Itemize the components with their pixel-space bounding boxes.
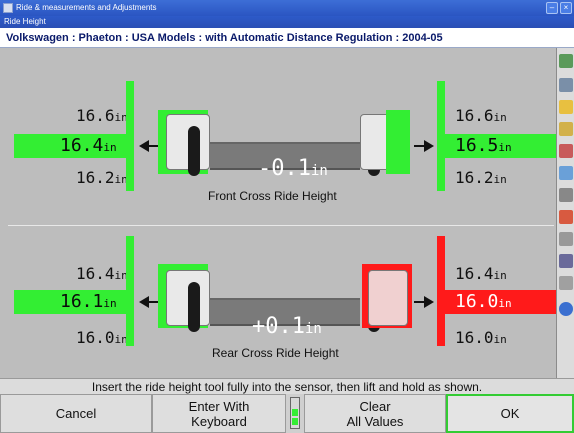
front-left-value: 16.4in bbox=[60, 135, 117, 156]
cancel-button-label: Cancel bbox=[55, 406, 97, 421]
front-left-min-label: 16.2in bbox=[76, 168, 128, 187]
screen-subtitle: Ride Height bbox=[0, 16, 574, 28]
front-right-pointer-icon bbox=[424, 140, 434, 152]
rear-right-pointer-icon bbox=[424, 296, 434, 308]
alert-icon[interactable] bbox=[559, 100, 573, 114]
front-left-max-label: 16.6in bbox=[76, 106, 128, 125]
rear-right-suspension-icon bbox=[368, 270, 408, 326]
ride-height-display: 16.6in 16.4in 16.2in -0.1in Front Cross … bbox=[0, 48, 556, 378]
rear-right-max-label: 16.4in bbox=[455, 264, 507, 283]
camera-icon[interactable] bbox=[559, 232, 573, 246]
gear-icon[interactable] bbox=[559, 188, 573, 202]
battery-cell bbox=[292, 418, 298, 425]
clear-all-values-button[interactable]: Clear All Values bbox=[304, 394, 446, 433]
rear-cross-value: +0.1in bbox=[252, 314, 322, 339]
front-right-value: 16.5in bbox=[455, 135, 512, 156]
rear-left-tire-icon bbox=[188, 282, 200, 332]
rear-left-max-label: 16.4in bbox=[76, 264, 128, 283]
tools-icon[interactable] bbox=[559, 122, 573, 136]
chart-icon[interactable] bbox=[559, 166, 573, 180]
right-toolbar bbox=[556, 48, 574, 378]
front-right-min-label: 16.2in bbox=[455, 168, 507, 187]
ok-button-label: OK bbox=[500, 406, 520, 421]
front-cross-label: Front Cross Ride Height bbox=[208, 189, 337, 203]
rear-right-min-label: 16.0in bbox=[455, 328, 507, 347]
rear-left-value: 16.1in bbox=[60, 291, 117, 312]
rear-left-tolerance-pole bbox=[126, 236, 134, 346]
clear-label-line1: Clear bbox=[359, 398, 391, 414]
close-button[interactable]: × bbox=[560, 2, 572, 14]
vehicle-icon[interactable] bbox=[559, 78, 573, 92]
rear-cross-label: Rear Cross Ride Height bbox=[212, 346, 339, 360]
help-icon[interactable] bbox=[559, 302, 573, 316]
clear-label-line2: All Values bbox=[346, 413, 404, 429]
cancel-button[interactable]: Cancel bbox=[0, 394, 152, 433]
enter-keyboard-label-line2: Keyboard bbox=[191, 413, 247, 429]
bottom-button-bar: Cancel Enter With Keyboard Clear All Val… bbox=[0, 394, 574, 433]
ok-button[interactable]: OK bbox=[446, 394, 574, 433]
enter-with-keyboard-button[interactable]: Enter With Keyboard bbox=[152, 394, 286, 433]
instruction-text: Insert the ride height tool fully into t… bbox=[0, 378, 574, 394]
ladder-icon[interactable] bbox=[559, 144, 573, 158]
print-icon[interactable] bbox=[559, 276, 573, 290]
front-right-max-label: 16.6in bbox=[455, 106, 507, 125]
wheel-icon[interactable] bbox=[559, 54, 573, 68]
enter-keyboard-label-line1: Enter With bbox=[188, 398, 250, 414]
list-icon[interactable] bbox=[559, 254, 573, 268]
section-divider bbox=[8, 225, 554, 226]
window-title-bar: Ride & measurements and Adjustments – × bbox=[0, 0, 574, 16]
front-left-tolerance-pole bbox=[126, 81, 134, 191]
front-cross-value: -0.1in bbox=[258, 156, 328, 181]
front-right-wheel-panel bbox=[386, 110, 410, 174]
front-left-tire-icon bbox=[188, 126, 200, 176]
rear-left-min-label: 16.0in bbox=[76, 328, 128, 347]
app-icon bbox=[3, 3, 13, 13]
flag-icon[interactable] bbox=[559, 210, 573, 224]
rear-right-value: 16.0in bbox=[455, 291, 512, 312]
minimize-button[interactable]: – bbox=[546, 2, 558, 14]
sensor-battery-icon bbox=[290, 397, 300, 429]
battery-cell bbox=[292, 400, 298, 407]
battery-cell bbox=[292, 409, 298, 416]
vehicle-spec-line: Volkswagen : Phaeton : USA Models : with… bbox=[0, 28, 574, 48]
window-title: Ride & measurements and Adjustments bbox=[16, 3, 157, 12]
